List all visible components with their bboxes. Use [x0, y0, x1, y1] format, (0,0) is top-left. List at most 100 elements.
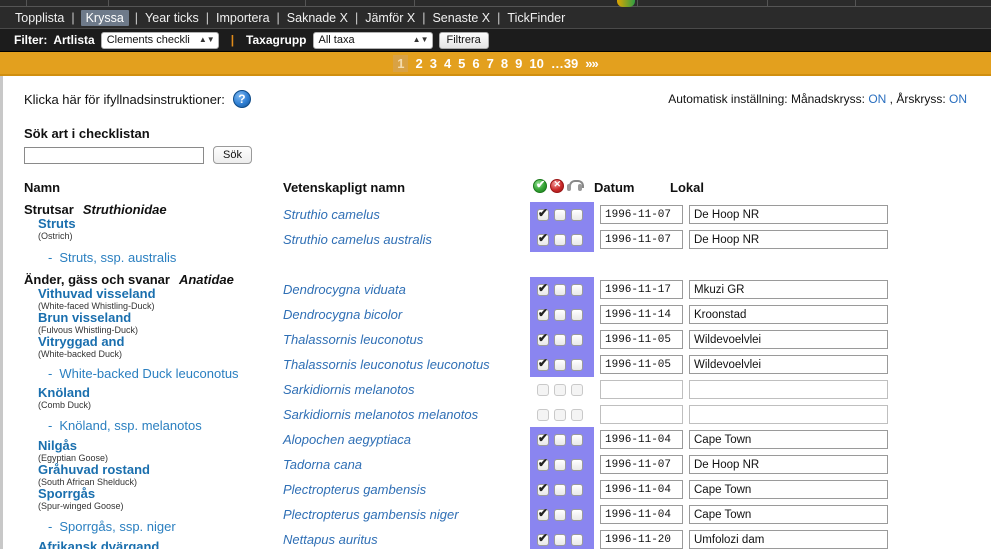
locality-input[interactable]	[689, 530, 888, 549]
nav-item-importera[interactable]: Importera	[215, 11, 271, 25]
locality-input[interactable]	[689, 380, 888, 399]
locality-input[interactable]	[689, 330, 888, 349]
date-input[interactable]	[600, 455, 683, 474]
heard-checkbox[interactable]	[571, 208, 583, 221]
species-link[interactable]: Brun visseland	[38, 311, 280, 325]
nav-item-tickfinder[interactable]: TickFinder	[506, 11, 566, 25]
date-input[interactable]	[600, 530, 683, 549]
scientific-name-link[interactable]: Thalassornis leuconotus	[283, 332, 423, 347]
species-link[interactable]: Sporrgås	[38, 487, 280, 501]
page-link-9[interactable]: 9	[515, 56, 522, 71]
page-link-8[interactable]: 8	[501, 56, 508, 71]
scientific-name-link[interactable]: Alopochen aegyptiaca	[283, 432, 411, 447]
seen-checkbox[interactable]	[537, 431, 549, 446]
species-link[interactable]: Vitryggad and	[38, 335, 280, 349]
instructions-link[interactable]: Klicka här för ifyllnadsinstruktioner: ?	[24, 90, 251, 108]
date-input[interactable]	[600, 380, 683, 399]
nav-item-year-ticks[interactable]: Year ticks	[144, 11, 200, 25]
scientific-name-link[interactable]: Plectropterus gambensis niger	[283, 507, 459, 522]
nav-item-jamfor-x[interactable]: Jämför X	[364, 11, 416, 25]
scientific-name-link[interactable]: Dendrocygna viduata	[283, 282, 406, 297]
search-input[interactable]	[24, 146, 204, 164]
notseen-checkbox[interactable]	[554, 208, 566, 221]
species-link[interactable]: Gråhuvad rostand	[38, 463, 280, 477]
date-input[interactable]	[600, 355, 683, 374]
filtrera-button[interactable]: Filtrera	[438, 31, 489, 49]
subspecies-link[interactable]: - Struts, ssp. australis	[48, 250, 280, 265]
next-page-button[interactable]: »»	[585, 56, 599, 71]
taxagrupp-select[interactable]: All taxa ▲▼	[312, 31, 433, 49]
species-link[interactable]: Knöland	[38, 386, 280, 400]
nav-item-topplista[interactable]: Topplista	[14, 11, 65, 25]
heard-checkbox[interactable]	[571, 483, 583, 496]
page-link-6[interactable]: 6	[472, 56, 479, 71]
seen-checkbox[interactable]	[537, 306, 549, 321]
seen-checkbox[interactable]	[537, 531, 549, 546]
notseen-checkbox[interactable]	[554, 433, 566, 446]
notseen-checkbox[interactable]	[554, 333, 566, 346]
date-input[interactable]	[600, 430, 683, 449]
nav-item-saknade-x[interactable]: Saknade X	[286, 11, 349, 25]
heard-checkbox[interactable]	[571, 508, 583, 521]
page-link-4[interactable]: 4	[444, 56, 451, 71]
seen-checkbox[interactable]	[537, 408, 549, 421]
species-link[interactable]: Afrikansk dvärgand	[38, 540, 280, 549]
seen-checkbox[interactable]	[537, 456, 549, 471]
date-input[interactable]	[600, 205, 683, 224]
scientific-name-link[interactable]: Plectropterus gambensis	[283, 482, 426, 497]
date-input[interactable]	[600, 230, 683, 249]
notseen-checkbox[interactable]	[554, 533, 566, 546]
species-link[interactable]: Nilgås	[38, 439, 280, 453]
locality-input[interactable]	[689, 455, 888, 474]
seen-checkbox[interactable]	[537, 231, 549, 246]
scientific-name-link[interactable]: Nettapus auritus	[283, 532, 378, 547]
scientific-name-link[interactable]: Struthio camelus australis	[283, 232, 432, 247]
notseen-checkbox[interactable]	[554, 358, 566, 371]
page-link-5[interactable]: 5	[458, 56, 465, 71]
notseen-checkbox[interactable]	[554, 233, 566, 246]
species-link[interactable]: Struts	[38, 217, 280, 231]
page-link-39[interactable]: …39	[551, 56, 578, 71]
heard-checkbox[interactable]	[571, 433, 583, 446]
seen-checkbox[interactable]	[537, 331, 549, 346]
scientific-name-link[interactable]: Sarkidiornis melanotos	[283, 382, 415, 397]
search-button[interactable]: Sök	[213, 146, 252, 164]
notseen-checkbox[interactable]	[554, 458, 566, 471]
locality-input[interactable]	[689, 430, 888, 449]
seen-checkbox[interactable]	[537, 281, 549, 296]
scientific-name-link[interactable]: Sarkidiornis melanotos melanotos	[283, 407, 478, 422]
subspecies-link[interactable]: - Knöland, ssp. melanotos	[48, 418, 280, 433]
page-link-2[interactable]: 2	[415, 56, 422, 71]
notseen-checkbox[interactable]	[554, 508, 566, 521]
subspecies-link[interactable]: - Sporrgås, ssp. niger	[48, 519, 280, 534]
seen-checkbox[interactable]	[537, 356, 549, 371]
scientific-name-link[interactable]: Dendrocygna bicolor	[283, 307, 402, 322]
scientific-name-link[interactable]: Tadorna cana	[283, 457, 362, 472]
notseen-checkbox[interactable]	[554, 308, 566, 321]
subspecies-link[interactable]: - White-backed Duck leuconotus	[48, 366, 280, 381]
notseen-checkbox[interactable]	[554, 283, 566, 296]
heard-checkbox[interactable]	[571, 458, 583, 471]
locality-input[interactable]	[689, 280, 888, 299]
heard-checkbox[interactable]	[571, 408, 583, 421]
species-link[interactable]: Vithuvad visseland	[38, 287, 280, 301]
locality-input[interactable]	[689, 480, 888, 499]
locality-input[interactable]	[689, 355, 888, 374]
notseen-checkbox[interactable]	[554, 383, 566, 396]
locality-input[interactable]	[689, 230, 888, 249]
locality-input[interactable]	[689, 305, 888, 324]
page-link-3[interactable]: 3	[430, 56, 437, 71]
scientific-name-link[interactable]: Thalassornis leuconotus leuconotus	[283, 357, 490, 372]
scientific-name-link[interactable]: Struthio camelus	[283, 207, 380, 222]
date-input[interactable]	[600, 505, 683, 524]
nav-item-kryssa[interactable]: Kryssa	[80, 9, 129, 26]
date-input[interactable]	[600, 280, 683, 299]
page-link-10[interactable]: 10	[529, 56, 543, 71]
date-input[interactable]	[600, 405, 683, 424]
seen-checkbox[interactable]	[537, 506, 549, 521]
manadskryss-toggle[interactable]: ON	[868, 92, 886, 106]
heard-checkbox[interactable]	[571, 358, 583, 371]
locality-input[interactable]	[689, 205, 888, 224]
question-mark-icon[interactable]: ?	[232, 90, 251, 108]
date-input[interactable]	[600, 330, 683, 349]
